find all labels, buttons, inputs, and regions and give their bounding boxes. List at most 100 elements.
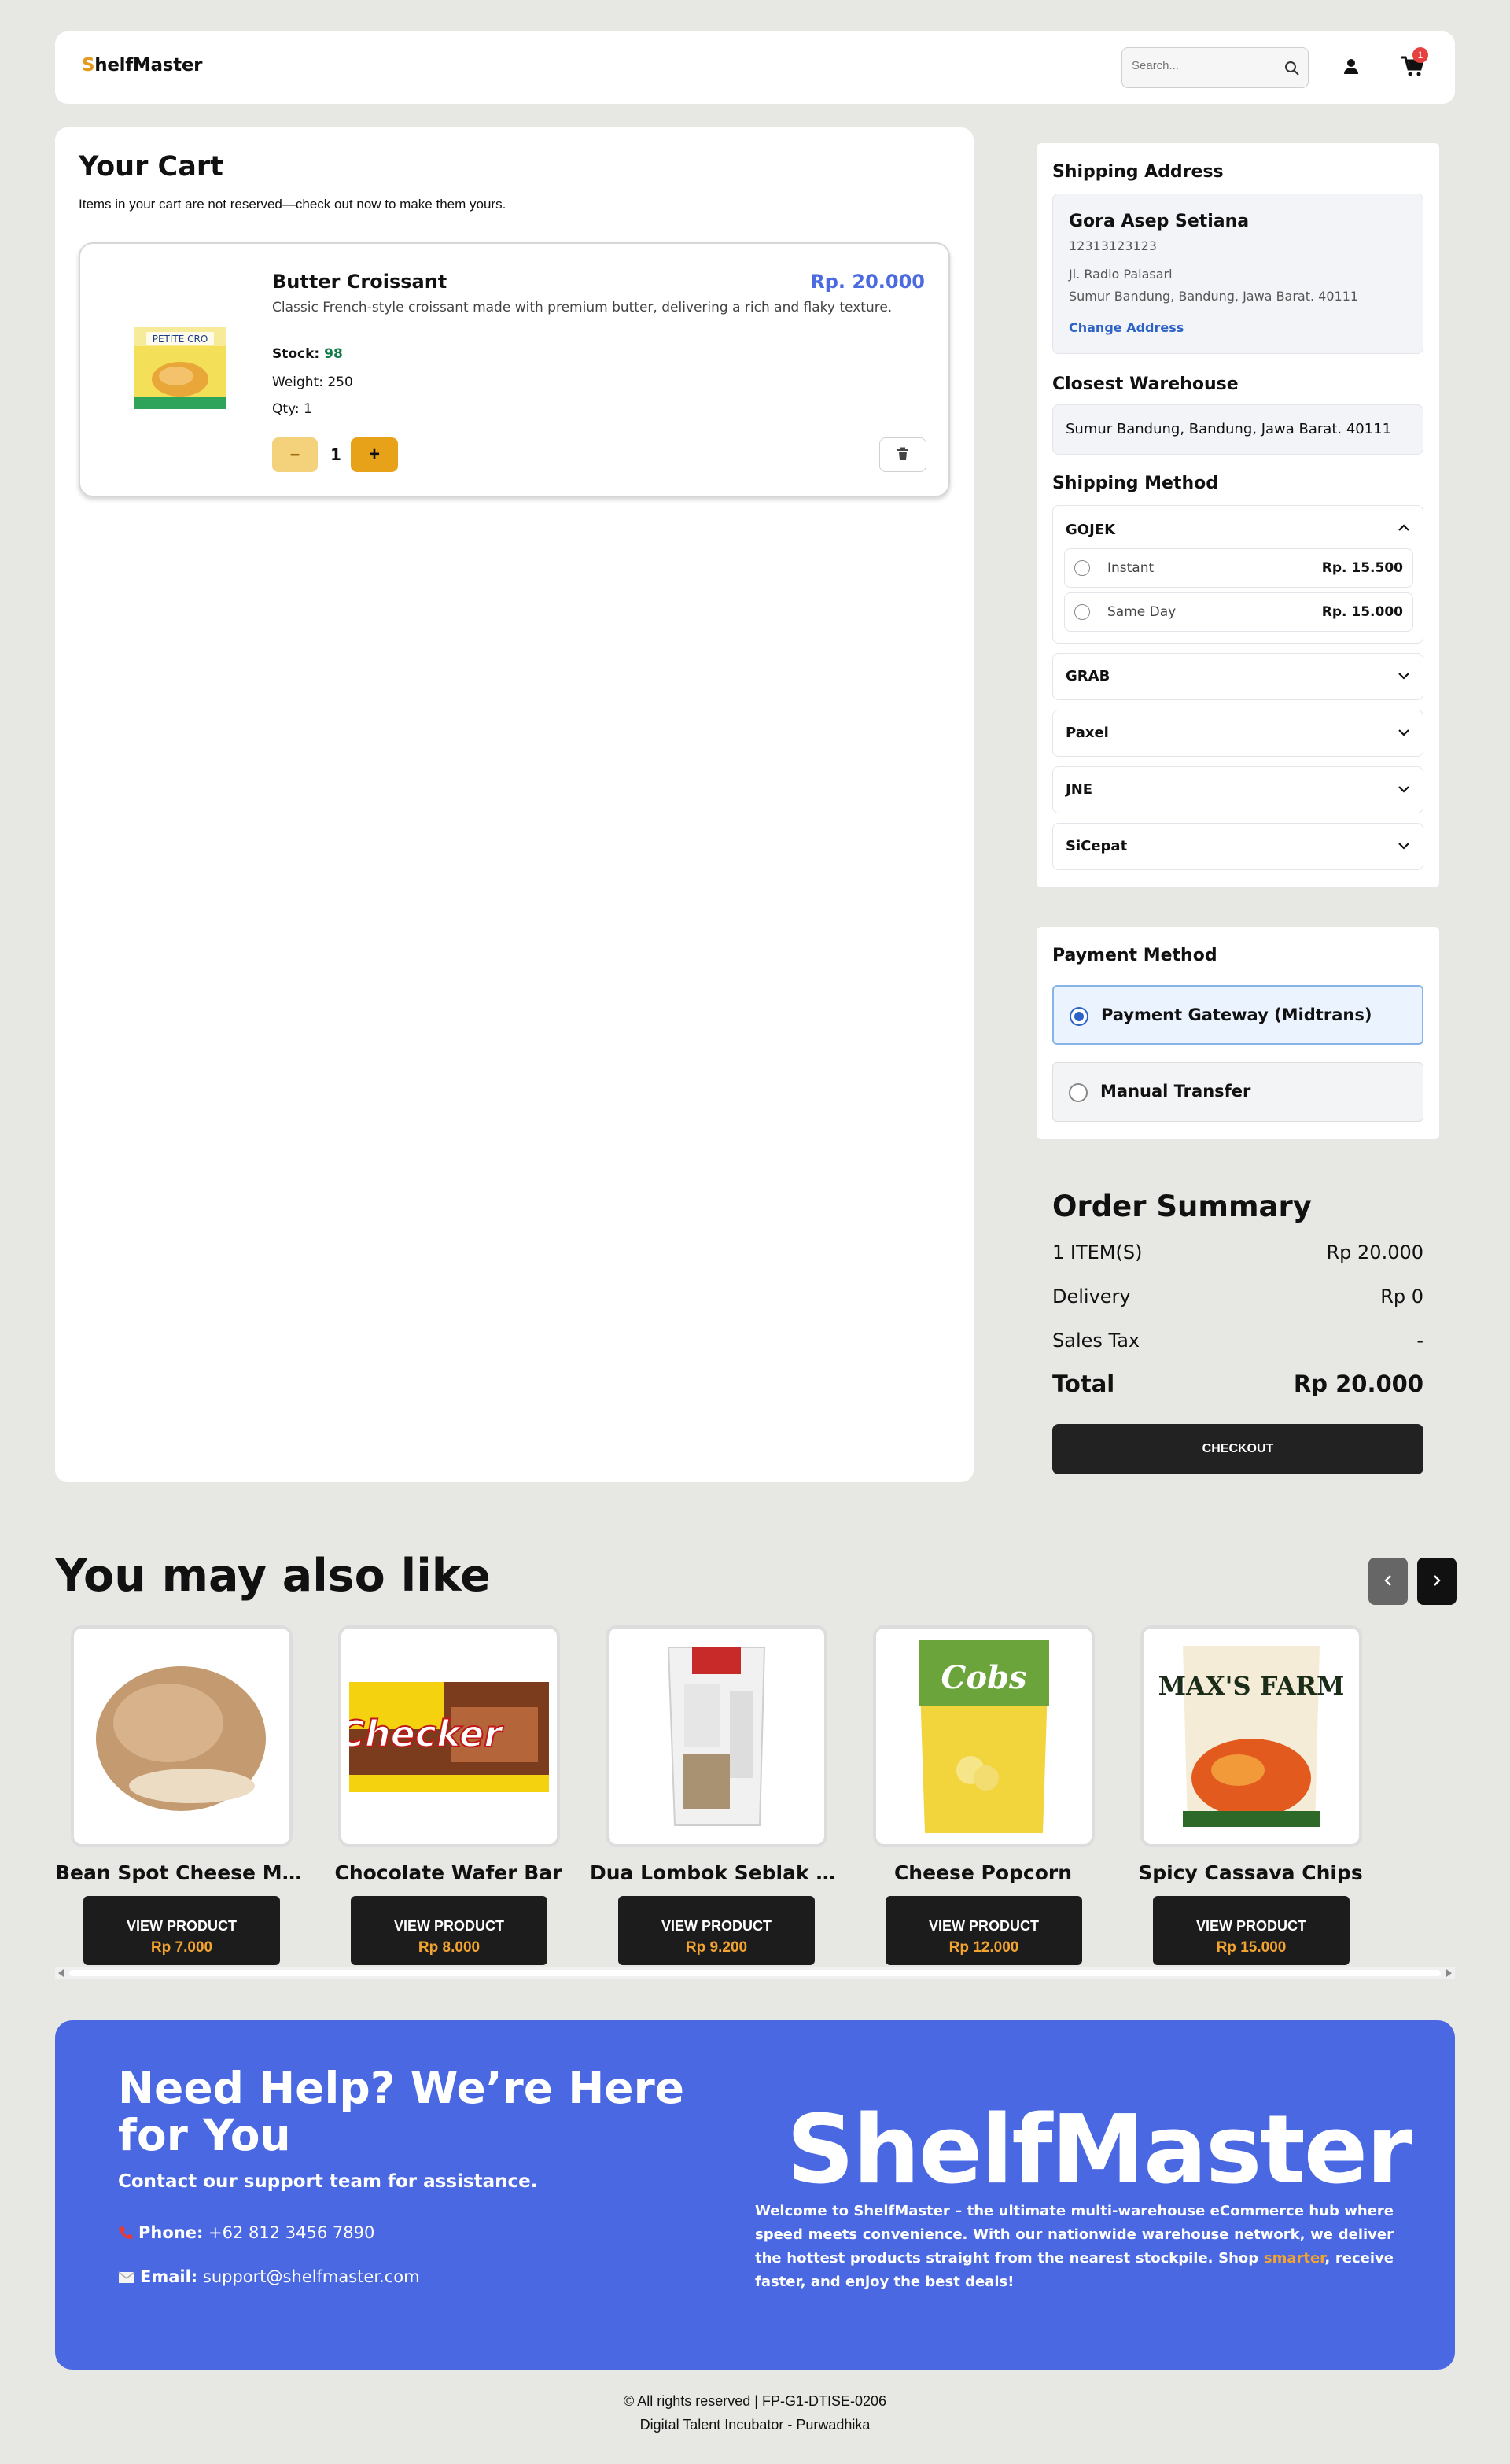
summary-value: Rp 20.000 <box>1326 1241 1423 1263</box>
top-navbar: ShelfMaster 1 <box>55 31 1455 104</box>
horizontal-scrollbar[interactable] <box>55 1967 1455 1979</box>
shipping-method-heading: Shipping Method <box>1052 474 1219 493</box>
product-name[interactable]: Bean Spot Cheese Milk B... <box>55 1861 307 1884</box>
item-stock: Stock: 98 <box>272 346 343 362</box>
product-price: Rp 9.200 <box>685 1938 748 1956</box>
courier-sicepat[interactable]: SiCepat <box>1052 823 1423 870</box>
address-box: Gora Asep Setiana 12313123123 Jl. Radio … <box>1052 194 1423 354</box>
recommendations-title: You may also like <box>55 1550 491 1602</box>
view-product-button[interactable]: VIEW PRODUCT Rp 15.000 <box>1153 1896 1350 1965</box>
view-product-button[interactable]: VIEW PRODUCT Rp 12.000 <box>886 1896 1082 1965</box>
shipping-option-instant[interactable]: Instant Rp. 15.500 <box>1064 548 1413 588</box>
scroll-right-arrow-icon[interactable] <box>1446 1969 1452 1977</box>
warehouse-heading: Closest Warehouse <box>1052 374 1239 394</box>
courier-name: Paxel <box>1066 725 1109 741</box>
qty-value: 1 <box>330 445 341 464</box>
summary-row-items: 1 ITEM(S) Rp 20.000 <box>1052 1241 1423 1263</box>
cart-panel: Your Cart Items in your cart are not res… <box>55 127 974 1482</box>
summary-label: Delivery <box>1052 1285 1131 1308</box>
summary-label: Sales Tax <box>1052 1330 1140 1352</box>
remove-item-button[interactable] <box>879 437 926 472</box>
total-label: Total <box>1052 1370 1115 1397</box>
product-price: Rp 12.000 <box>948 1938 1019 1956</box>
shipping-option-same-day[interactable]: Same Day Rp. 15.000 <box>1064 592 1413 632</box>
wafer-image: Checker <box>349 1682 549 1792</box>
courier-name: SiCepat <box>1066 838 1128 854</box>
carousel-next-button[interactable] <box>1417 1558 1457 1605</box>
view-product-button[interactable]: VIEW PRODUCT Rp 9.200 <box>618 1896 815 1965</box>
item-description: Classic French-style croissant made with… <box>272 300 893 315</box>
payment-card: Payment Method Payment Gateway (Midtrans… <box>1037 927 1439 1139</box>
help-section: Need Help? We’re Here for You Contact ou… <box>55 2020 1455 2370</box>
item-weight: Weight: 250 <box>272 374 353 390</box>
product-image-frame[interactable]: Cobs <box>873 1625 1095 1847</box>
increase-qty-button[interactable]: + <box>351 437 398 472</box>
warehouse-address: Sumur Bandung, Bandung, Jawa Barat. 4011… <box>1066 421 1392 437</box>
support-email[interactable]: Email: support@shelfmaster.com <box>118 2267 420 2286</box>
product-name[interactable]: Spicy Cassava Chips <box>1125 1861 1376 1884</box>
product-image: PETITE CRO <box>131 321 230 412</box>
total-value: Rp 20.000 <box>1293 1370 1423 1397</box>
chevron-down-icon[interactable] <box>1396 725 1412 743</box>
summary-value: - <box>1416 1330 1423 1352</box>
radio-button[interactable] <box>1069 1083 1088 1102</box>
copyright-text: © All rights reserved | FP-G1-DTISE-0206 <box>623 2393 887 2409</box>
cart-item: PETITE CRO Butter Croissant Rp. 20.000 C… <box>79 242 950 497</box>
item-qty-text: Qty: 1 <box>272 401 312 417</box>
courier-gojek[interactable]: GOJEK Instant Rp. 15.500 Same Day Rp. 15… <box>1052 505 1423 644</box>
view-product-button[interactable]: VIEW PRODUCT Rp 7.000 <box>83 1896 280 1965</box>
product-image-frame[interactable] <box>71 1625 293 1847</box>
payment-option-midtrans[interactable]: Payment Gateway (Midtrans) <box>1052 985 1423 1045</box>
chevron-down-icon[interactable] <box>1396 781 1412 800</box>
about-text: Welcome to ShelfMaster – the ultimate mu… <box>755 2203 1394 2290</box>
courier-name: GRAB <box>1066 668 1110 684</box>
credit-text: Digital Talent Incubator - Purwadhika <box>639 2417 871 2433</box>
address-line-2: Sumur Bandung, Bandung, Jawa Barat. 4011… <box>1069 289 1359 304</box>
courier-name: JNE <box>1066 781 1093 798</box>
scrollbar-thumb[interactable] <box>69 1970 1441 1976</box>
product-name[interactable]: Dua Lombok Seblak 60 g <box>590 1861 842 1884</box>
scroll-left-arrow-icon[interactable] <box>58 1969 64 1977</box>
chevron-down-icon[interactable] <box>1396 668 1412 687</box>
checkout-button[interactable]: CHECKOUT <box>1052 1424 1423 1474</box>
shelfmaster-logo[interactable]: ShelfMaster <box>82 55 202 76</box>
summary-row-delivery: Delivery Rp 0 <box>1052 1285 1423 1308</box>
footer-brand-logo: ShelfMaster <box>786 2096 1412 2205</box>
radio-button-selected[interactable] <box>1070 1007 1088 1026</box>
address-line-1: Jl. Radio Palasari <box>1069 267 1173 282</box>
payment-option-label: Manual Transfer <box>1100 1082 1251 1101</box>
summary-row-tax: Sales Tax - <box>1052 1330 1423 1352</box>
courier-jne[interactable]: JNE <box>1052 766 1423 813</box>
courier-paxel[interactable]: Paxel <box>1052 710 1423 757</box>
user-icon[interactable] <box>1342 57 1361 79</box>
product-image-frame[interactable] <box>606 1625 827 1847</box>
search-icon[interactable] <box>1284 61 1300 79</box>
summary-value: Rp 0 <box>1380 1285 1423 1308</box>
chevron-down-icon[interactable] <box>1396 838 1412 857</box>
decrease-qty-button[interactable]: − <box>272 437 318 472</box>
order-summary-title: Order Summary <box>1052 1190 1312 1223</box>
radio-button[interactable] <box>1074 560 1090 576</box>
carousel-prev-button[interactable] <box>1368 1558 1408 1605</box>
view-product-button[interactable]: VIEW PRODUCT Rp 8.000 <box>351 1896 547 1965</box>
product-image-frame[interactable]: Checker <box>338 1625 560 1847</box>
change-address-link[interactable]: Change Address <box>1069 320 1184 335</box>
payment-method-heading: Payment Method <box>1052 946 1217 965</box>
shipping-option-label: Same Day <box>1107 604 1177 620</box>
product-image-frame[interactable]: MAX'S FARM <box>1140 1625 1362 1847</box>
support-phone[interactable]: Phone: +62 812 3456 7890 <box>118 2223 374 2242</box>
summary-label: 1 ITEM(S) <box>1052 1241 1143 1263</box>
item-name[interactable]: Butter Croissant <box>272 271 447 293</box>
product-name[interactable]: Cheese Popcorn <box>857 1861 1109 1884</box>
product-name[interactable]: Chocolate Wafer Bar <box>322 1861 574 1884</box>
courier-grab[interactable]: GRAB <box>1052 653 1423 700</box>
shipping-option-label: Instant <box>1107 560 1155 576</box>
shipping-card: Shipping Address Gora Asep Setiana 12313… <box>1037 143 1439 887</box>
help-title: Need Help? We’re Here for You <box>118 2063 684 2160</box>
radio-button[interactable] <box>1074 604 1090 620</box>
payment-option-manual-transfer[interactable]: Manual Transfer <box>1052 1062 1423 1122</box>
payment-option-label: Payment Gateway (Midtrans) <box>1101 1005 1372 1024</box>
chevron-up-icon[interactable] <box>1396 520 1412 539</box>
search-input[interactable] <box>1132 59 1281 72</box>
chevron-right-icon <box>1434 1574 1441 1586</box>
